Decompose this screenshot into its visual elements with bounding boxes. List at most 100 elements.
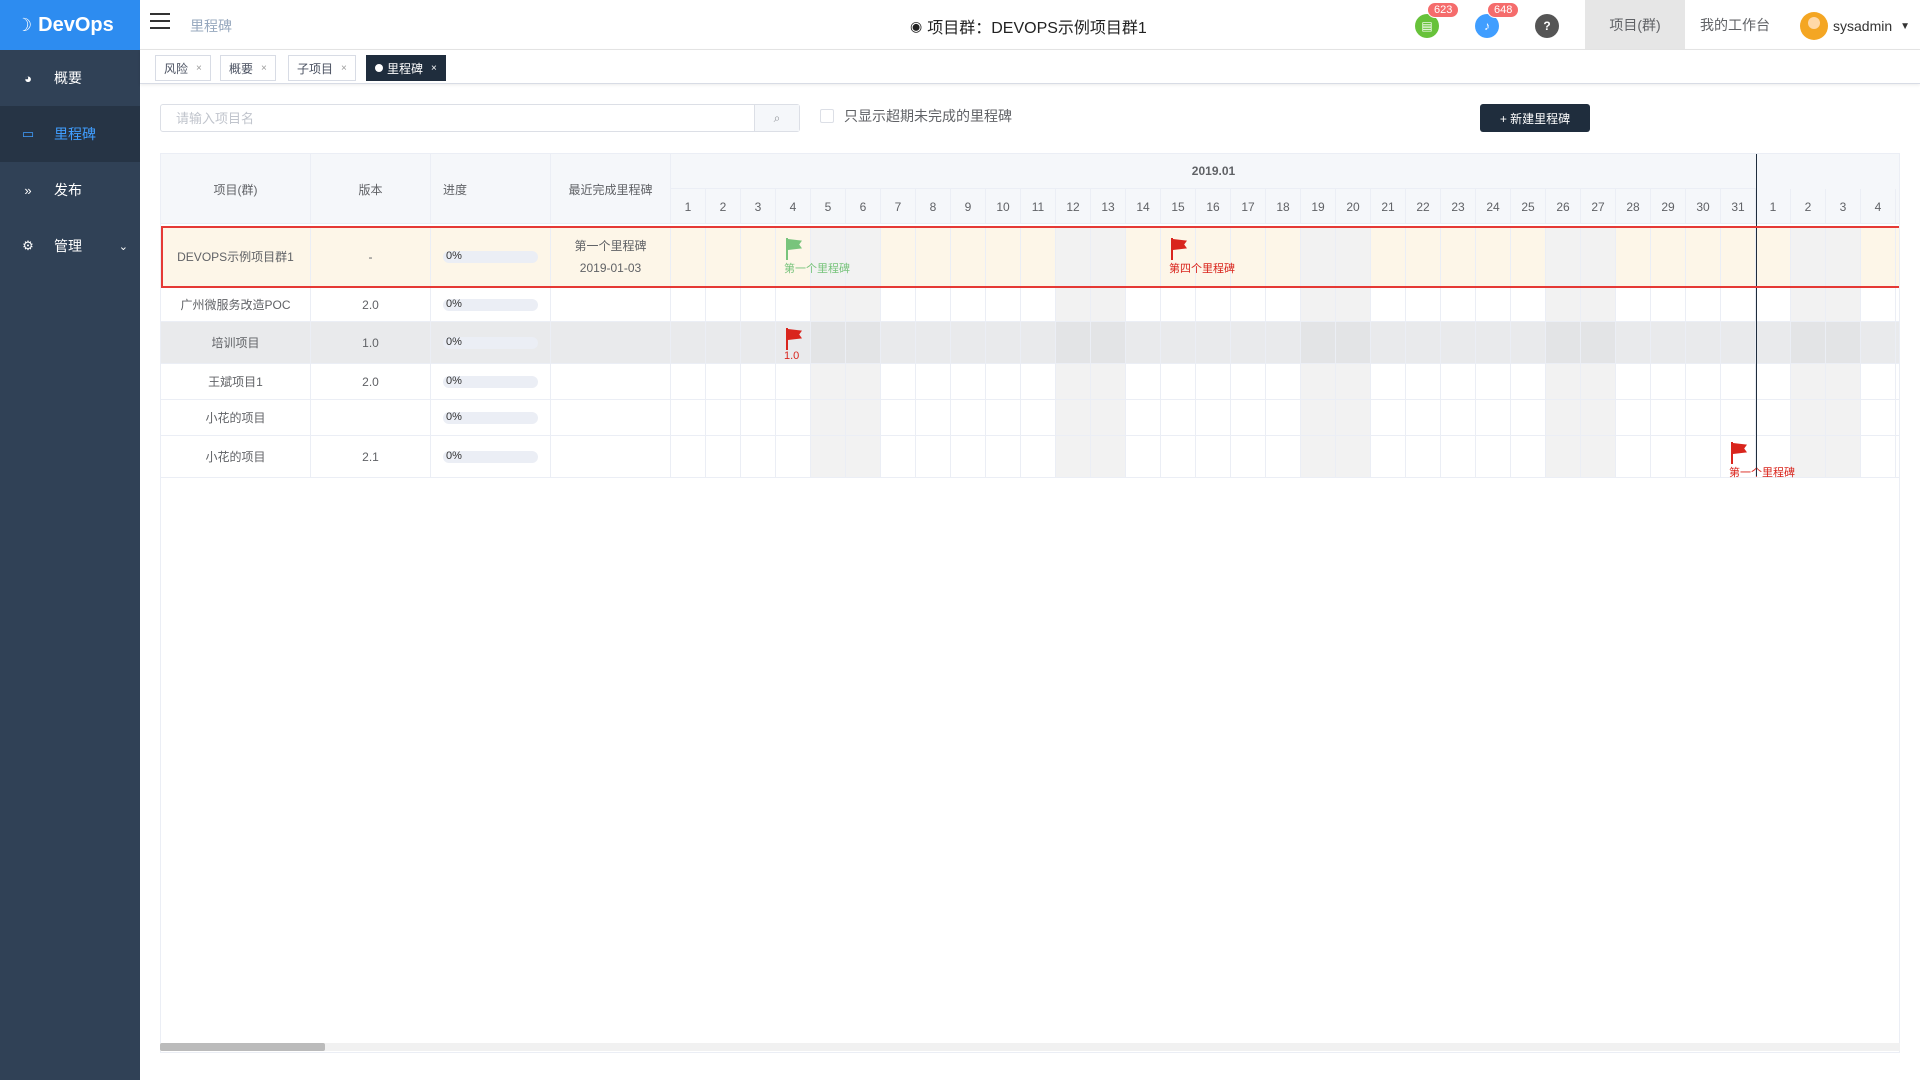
day-cell[interactable] — [846, 364, 881, 399]
day-cell[interactable] — [881, 364, 916, 399]
day-cell[interactable] — [1721, 364, 1756, 399]
day-cell[interactable] — [1441, 226, 1476, 287]
day-cell[interactable] — [1056, 400, 1091, 435]
day-cell[interactable] — [1091, 436, 1126, 477]
day-cell[interactable] — [1511, 400, 1546, 435]
day-cell[interactable] — [1336, 436, 1371, 477]
day-cell[interactable] — [811, 436, 846, 477]
day-cell[interactable] — [1441, 436, 1476, 477]
day-cell[interactable] — [706, 288, 741, 321]
day-cell[interactable] — [1301, 322, 1336, 363]
day-cell[interactable] — [706, 400, 741, 435]
day-cell[interactable] — [1546, 226, 1581, 287]
day-cell[interactable] — [1021, 436, 1056, 477]
day-cell[interactable] — [1546, 436, 1581, 477]
day-cell[interactable] — [1266, 436, 1301, 477]
day-cell[interactable] — [1581, 322, 1616, 363]
day-cell[interactable] — [1791, 226, 1826, 287]
day-cell[interactable] — [671, 436, 706, 477]
day-cell[interactable] — [1126, 436, 1161, 477]
day-cell[interactable] — [1721, 288, 1756, 321]
day-cell[interactable] — [1126, 400, 1161, 435]
day-cell[interactable] — [1476, 288, 1511, 321]
day-cell[interactable] — [1826, 400, 1861, 435]
day-cell[interactable] — [951, 226, 986, 287]
day-cell[interactable] — [1441, 288, 1476, 321]
day-cell[interactable] — [1406, 226, 1441, 287]
day-cell[interactable] — [1511, 288, 1546, 321]
nav-workspace[interactable]: 我的工作台 — [1685, 0, 1785, 50]
day-cell[interactable] — [811, 400, 846, 435]
day-cell[interactable] — [1231, 322, 1266, 363]
day-cell[interactable] — [1651, 400, 1686, 435]
day-cell[interactable] — [1686, 436, 1721, 477]
day-cell[interactable] — [671, 364, 706, 399]
day-cell[interactable] — [1231, 400, 1266, 435]
day-cell[interactable] — [1791, 400, 1826, 435]
day-cell[interactable] — [951, 400, 986, 435]
day-cell[interactable] — [1756, 364, 1791, 399]
day-cell[interactable] — [1861, 322, 1896, 363]
day-cell[interactable] — [1616, 288, 1651, 321]
tab-subprojects[interactable]: 子项目 × — [288, 55, 356, 81]
day-cell[interactable] — [1091, 400, 1126, 435]
day-cell[interactable] — [1546, 364, 1581, 399]
close-icon[interactable]: × — [431, 63, 437, 74]
day-cell[interactable] — [1511, 364, 1546, 399]
day-cell[interactable] — [1616, 400, 1651, 435]
day-cell[interactable] — [1546, 400, 1581, 435]
day-cell[interactable] — [1301, 288, 1336, 321]
day-cell[interactable] — [1196, 288, 1231, 321]
day-cell[interactable] — [881, 288, 916, 321]
day-cell[interactable] — [1161, 364, 1196, 399]
table-row[interactable]: 培训项目 1.0 0% 1.0 — [161, 322, 1899, 364]
milestone-flag[interactable]: 1.0 — [784, 328, 804, 362]
day-cell[interactable] — [1616, 226, 1651, 287]
day-cell[interactable] — [951, 322, 986, 363]
day-cell[interactable] — [741, 226, 776, 287]
sidebar-item-manage[interactable]: ⚙ 管理 ⌄ — [0, 218, 140, 274]
day-cell[interactable] — [1056, 436, 1091, 477]
day-cell[interactable] — [846, 288, 881, 321]
table-row[interactable]: DEVOPS示例项目群1-0% 第一个里程碑 2019-01-03 第一个里程碑 第四个… — [161, 226, 1899, 288]
day-cell[interactable] — [1581, 226, 1616, 287]
day-cell[interactable] — [1476, 364, 1511, 399]
day-cell[interactable] — [1826, 226, 1861, 287]
close-icon[interactable]: × — [196, 63, 202, 74]
day-cell[interactable] — [706, 436, 741, 477]
horizontal-scrollbar[interactable] — [160, 1043, 1900, 1051]
bell-icon[interactable]: ♪ 648 — [1475, 2, 1520, 38]
day-cell[interactable] — [986, 288, 1021, 321]
nav-projects[interactable]: 项目(群) — [1585, 0, 1685, 50]
day-cell[interactable] — [1686, 364, 1721, 399]
day-cell[interactable] — [1476, 226, 1511, 287]
day-cell[interactable] — [916, 400, 951, 435]
day-cell[interactable] — [1756, 322, 1791, 363]
day-cell[interactable] — [1756, 288, 1791, 321]
day-cell[interactable] — [1581, 436, 1616, 477]
day-cell[interactable] — [1336, 322, 1371, 363]
day-cell[interactable] — [1266, 226, 1301, 287]
day-cell[interactable] — [1161, 322, 1196, 363]
day-cell[interactable] — [1721, 226, 1756, 287]
sidebar-item-release[interactable]: » 发布 — [0, 162, 140, 218]
tab-milestone[interactable]: 里程碑 × — [366, 55, 446, 81]
day-cell[interactable] — [1406, 364, 1441, 399]
day-cell[interactable] — [1861, 288, 1896, 321]
day-cell[interactable] — [671, 400, 706, 435]
day-cell[interactable] — [1441, 400, 1476, 435]
day-cell[interactable] — [1056, 364, 1091, 399]
milestone-flag[interactable]: 第一个里程碑 — [1729, 442, 1795, 480]
day-cell[interactable] — [1651, 288, 1686, 321]
day-cell[interactable] — [1581, 400, 1616, 435]
scrollbar-thumb[interactable] — [160, 1043, 325, 1051]
search-button[interactable]: ⌕ — [754, 105, 799, 131]
day-cell[interactable] — [1161, 400, 1196, 435]
day-cell[interactable] — [1231, 364, 1266, 399]
day-cell[interactable] — [1686, 400, 1721, 435]
day-cell[interactable] — [1756, 226, 1791, 287]
app-logo[interactable]: ☽ DevOps — [0, 0, 140, 50]
day-cell[interactable] — [1126, 288, 1161, 321]
day-cell[interactable] — [1861, 400, 1896, 435]
day-cell[interactable] — [986, 364, 1021, 399]
